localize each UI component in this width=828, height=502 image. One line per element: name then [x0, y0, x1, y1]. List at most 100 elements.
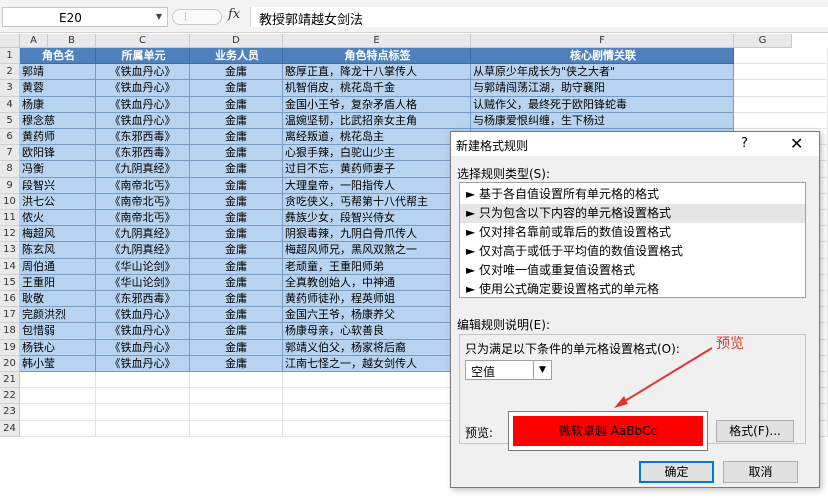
table-cell[interactable]: 金庸	[190, 112, 283, 129]
row-header[interactable]: 19	[0, 339, 20, 356]
table-cell[interactable]: 《铁血丹心》	[96, 96, 190, 113]
table-cell[interactable]: 《铁血丹心》	[96, 323, 190, 340]
table-cell[interactable]: 《铁血丹心》	[96, 339, 190, 356]
row-header[interactable]: 17	[0, 307, 20, 324]
column-header-e[interactable]: E	[283, 34, 471, 48]
table-cell[interactable]: 心狠手辣，白驼山少主	[283, 145, 471, 162]
table-cell[interactable]	[96, 404, 190, 421]
formula-input[interactable]: 教授郭靖越女剑法	[250, 7, 828, 28]
rule-type-list[interactable]: ► 基于各自值设置所有单元格的格式 ► 只为包含以下内容的单元格设置格式 ► 仅对排…	[459, 182, 806, 298]
table-cell[interactable]: 金国小王爷，复杂矛盾人格	[283, 96, 471, 113]
rule-type-item[interactable]: ► 只为包含以下内容的单元格设置格式	[460, 204, 805, 223]
table-cell[interactable]: 全真教创始人，中神通	[283, 274, 471, 291]
row-header[interactable]: 11	[0, 210, 20, 227]
table-cell[interactable]: 离经叛道，桃花岛主	[283, 129, 471, 146]
table-cell[interactable]: 包惜弱	[20, 323, 96, 340]
help-icon[interactable]: ?	[741, 136, 748, 151]
table-cell[interactable]: 梅超风师兄，黑风双煞之一	[283, 242, 471, 259]
column-header-c[interactable]: C	[96, 34, 190, 48]
table-cell[interactable]: 彝族少女，段智兴侍女	[283, 210, 471, 227]
formula-bar-splitter[interactable]: ⋮	[172, 9, 222, 25]
table-cell[interactable]: 江南七怪之一，越女剑传人	[283, 355, 471, 372]
row-header[interactable]: 22	[0, 388, 20, 405]
table-cell[interactable]	[734, 112, 828, 129]
table-cell[interactable]: 与杨康爱恨纠缠，生下杨过	[471, 112, 734, 129]
table-cell[interactable]	[96, 420, 190, 437]
table-cell[interactable]: 从草原少年成长为"侠之大者"	[471, 64, 734, 81]
row-header[interactable]: 23	[0, 404, 20, 421]
table-header-cell[interactable]: 角色名	[20, 48, 96, 65]
table-cell[interactable]: 王重阳	[20, 274, 96, 291]
table-cell[interactable]	[190, 388, 283, 405]
table-cell[interactable]: 金庸	[190, 258, 283, 275]
table-cell[interactable]: 金庸	[190, 129, 283, 146]
table-cell[interactable]: 金庸	[190, 307, 283, 324]
table-cell[interactable]: 金庸	[190, 355, 283, 372]
table-cell[interactable]	[190, 420, 283, 437]
ok-button[interactable]: 确定	[639, 461, 714, 483]
table-cell[interactable]: 完颜洪烈	[20, 307, 96, 324]
table-cell[interactable]	[283, 372, 471, 389]
name-box[interactable]: E20 ▼	[2, 7, 168, 27]
rule-type-item[interactable]: ► 仅对唯一值或重复值设置格式	[460, 261, 805, 280]
table-cell[interactable]: 金庸	[190, 339, 283, 356]
row-header[interactable]: 9	[0, 177, 20, 194]
column-header-b[interactable]: B	[48, 34, 96, 48]
row-header[interactable]: 4	[0, 96, 20, 113]
table-cell[interactable]	[283, 420, 471, 437]
table-cell[interactable]: 金庸	[190, 193, 283, 210]
table-cell[interactable]: 段智兴	[20, 177, 96, 194]
rule-type-item[interactable]: ► 使用公式确定要设置格式的单元格	[460, 280, 805, 299]
select-all-corner[interactable]	[0, 34, 20, 48]
table-cell[interactable]: 《南帝北丐》	[96, 193, 190, 210]
table-cell[interactable]: 《铁血丹心》	[96, 307, 190, 324]
row-header[interactable]: 1	[0, 48, 20, 65]
table-cell[interactable]	[20, 420, 96, 437]
table-cell[interactable]: 大理皇帝，一阳指传人	[283, 177, 471, 194]
table-cell[interactable]: 黄药师徒孙，程英师姐	[283, 291, 471, 308]
table-cell[interactable]: 陈玄风	[20, 242, 96, 259]
insert-function-icon[interactable]: fx	[228, 7, 240, 22]
table-cell[interactable]: 《东邪西毒》	[96, 291, 190, 308]
table-cell[interactable]	[20, 404, 96, 421]
row-header[interactable]: 2	[0, 64, 20, 81]
rule-type-item[interactable]: ► 基于各自值设置所有单元格的格式	[460, 185, 805, 204]
table-cell[interactable]: 欧阳锋	[20, 145, 96, 162]
table-cell[interactable]	[734, 96, 828, 113]
table-cell[interactable]: 黄药师	[20, 129, 96, 146]
table-cell[interactable]	[283, 404, 471, 421]
close-icon[interactable]: ✕	[790, 134, 803, 153]
table-cell[interactable]	[734, 80, 828, 97]
table-cell[interactable]: 《铁血丹心》	[96, 64, 190, 81]
row-header[interactable]: 12	[0, 226, 20, 243]
table-cell[interactable]	[20, 388, 96, 405]
table-cell[interactable]: 《九阴真经》	[96, 161, 190, 178]
table-cell[interactable]: 老顽童，王重阳师弟	[283, 258, 471, 275]
table-cell[interactable]: 憨厚正直，降龙十八掌传人	[283, 64, 471, 81]
table-cell[interactable]: 《铁血丹心》	[96, 355, 190, 372]
condition-select[interactable]: 空值 ▼	[465, 360, 552, 380]
table-cell[interactable]: 金庸	[190, 291, 283, 308]
table-cell[interactable]: 杨康母亲，心软善良	[283, 323, 471, 340]
table-cell[interactable]	[190, 404, 283, 421]
row-header[interactable]: 13	[0, 242, 20, 259]
table-cell[interactable]	[190, 372, 283, 389]
table-cell[interactable]: 金国六王爷，杨康养父	[283, 307, 471, 324]
table-cell[interactable]	[734, 64, 828, 81]
row-header[interactable]: 21	[0, 372, 20, 389]
row-header[interactable]: 6	[0, 129, 20, 146]
chevron-down-icon[interactable]: ▼	[533, 361, 551, 379]
table-cell[interactable]: 《东邪西毒》	[96, 129, 190, 146]
table-header-cell[interactable]: 角色特点标签	[283, 48, 471, 65]
table-cell[interactable]: 郭靖义伯父，杨家将后裔	[283, 339, 471, 356]
table-cell[interactable]: 《铁血丹心》	[96, 112, 190, 129]
table-cell[interactable]: 金庸	[190, 210, 283, 227]
table-cell[interactable]: 金庸	[190, 80, 283, 97]
row-header[interactable]: 3	[0, 80, 20, 97]
table-header-cell[interactable]: 核心剧情关联	[471, 48, 734, 65]
table-cell[interactable]: 穆念慈	[20, 112, 96, 129]
column-header-f[interactable]: F	[471, 34, 734, 48]
row-header[interactable]: 8	[0, 161, 20, 178]
table-cell[interactable]: 洪七公	[20, 193, 96, 210]
table-cell[interactable]: 冯衡	[20, 161, 96, 178]
